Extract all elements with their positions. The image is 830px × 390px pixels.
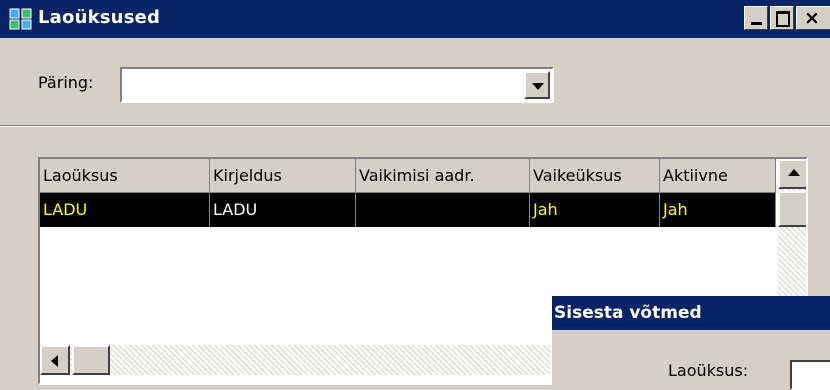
arrow-left-icon (51, 355, 58, 367)
query-label: Päring: (38, 73, 94, 92)
cell-vaikimisi-aadr (356, 193, 530, 227)
maximize-icon (776, 11, 790, 27)
column-header-vaikimisi-aadr[interactable]: Vaikimisi aadr. (356, 159, 530, 193)
maximize-button[interactable] (770, 6, 794, 30)
column-header-kirjeldus[interactable]: Kirjeldus (210, 159, 356, 193)
window-title: Laoüksused (38, 7, 161, 28)
app-grid-icon (8, 7, 34, 31)
cell-kirjeldus: LADU (210, 193, 356, 227)
column-header-aktiivne[interactable]: Aktiivne (660, 159, 776, 193)
cell-laouksus: LADU (40, 193, 210, 227)
query-combobox[interactable] (120, 67, 554, 103)
scroll-up-button[interactable] (778, 159, 806, 189)
minimize-icon (751, 22, 762, 25)
minimize-button[interactable] (744, 6, 768, 30)
laouksus-input[interactable] (790, 360, 830, 390)
close-icon: × (804, 7, 820, 29)
chevron-down-icon (532, 83, 544, 90)
column-header-vaikeuksus[interactable]: Vaikeüksus (530, 159, 660, 193)
cell-aktiivne: Jah (660, 193, 776, 227)
cell-vaikeuksus: Jah (530, 193, 660, 227)
column-header-laouksus[interactable]: Laoüksus (40, 159, 210, 193)
table-row[interactable]: LADU LADU Jah Jah (40, 193, 776, 227)
window-titlebar[interactable]: Laoüksused × (0, 0, 830, 38)
scroll-left-button[interactable] (40, 345, 70, 375)
enter-keys-dialog[interactable]: Sisesta võtmed Laoüksus: (550, 296, 830, 390)
close-button[interactable]: × (796, 6, 830, 30)
dialog-title[interactable]: Sisesta võtmed (552, 296, 830, 330)
query-dropdown-button[interactable] (524, 71, 550, 99)
arrow-up-icon (788, 169, 800, 176)
vertical-scroll-thumb[interactable] (778, 191, 806, 227)
horizontal-scroll-thumb[interactable] (72, 345, 110, 375)
dialog-field-label: Laoüksus: (668, 361, 749, 380)
